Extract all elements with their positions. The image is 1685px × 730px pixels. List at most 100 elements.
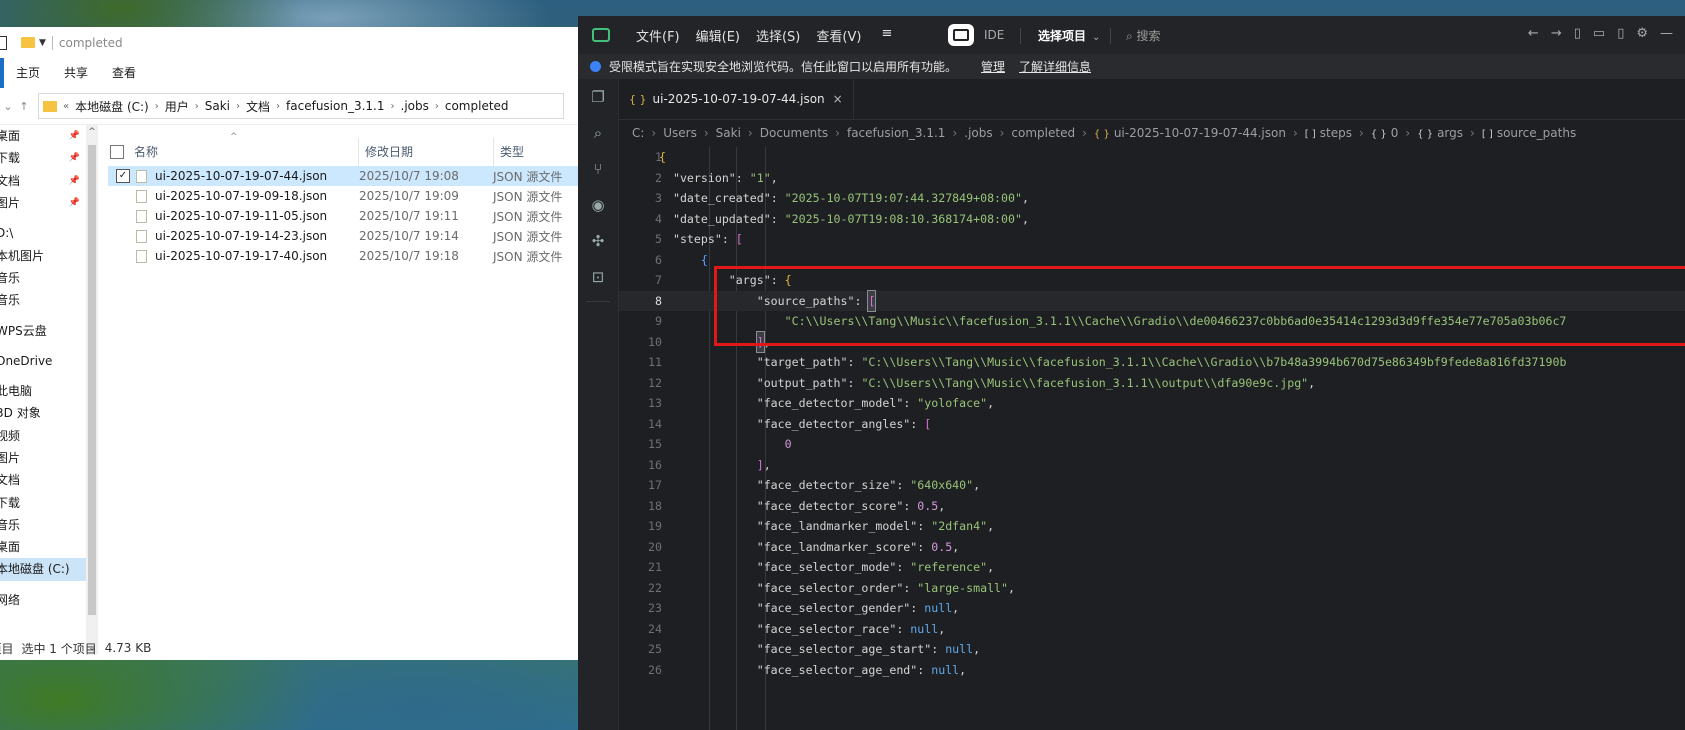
search-icon[interactable]: ⌕ (578, 115, 618, 151)
file-row[interactable]: ui-2025-10-07-19-09-18.json 2025/10/7 19:… (108, 186, 580, 206)
close-icon[interactable]: × (833, 92, 843, 106)
scrollbar-thumb[interactable] (88, 145, 96, 615)
nav-item[interactable]: OneDrive (0, 350, 86, 372)
chevron-right-icon[interactable]: › (236, 101, 240, 112)
up-arrow-icon[interactable]: ↑ (16, 100, 32, 113)
nav-item[interactable]: 桌面 (0, 536, 86, 558)
chevron-right-icon[interactable]: › (195, 101, 199, 112)
quick-access-dropdown-icon[interactable]: ▼ (39, 38, 46, 48)
dropdown-icon[interactable]: ⌄ (0, 100, 16, 113)
file-row[interactable]: ✓ ui-2025-10-07-19-07-44.json 2025/10/7 19… (108, 166, 580, 186)
code-editor[interactable]: 1{2 "version": "1", 3 "date_created": "20… (619, 147, 1685, 730)
tab-home[interactable]: 主页 (4, 58, 52, 88)
breadcrumb-symbol[interactable]: [ ] steps (1305, 126, 1352, 140)
source-control-icon[interactable]: ⑂ (578, 151, 618, 187)
debug-icon[interactable]: ✣ (578, 223, 618, 259)
nav-item[interactable]: 网络 (0, 589, 86, 611)
minimize-icon[interactable]: — (1660, 26, 1673, 41)
chevron-right-icon: › (1405, 125, 1411, 140)
nav-item[interactable]: 3D 对象 (0, 402, 86, 424)
column-header-name[interactable]: 名称 (134, 138, 359, 166)
chevron-right-icon[interactable]: › (435, 101, 439, 112)
nav-item[interactable]: 文档 📌 (0, 170, 86, 192)
breadcrumb-saki[interactable]: Saki (205, 99, 230, 113)
overflow-crumb[interactable]: « (63, 101, 69, 112)
breadcrumb-file[interactable]: { } ui-2025-10-07-19-07-44.json (1094, 126, 1286, 140)
nav-item[interactable]: 本地磁盘 (C:) (0, 558, 86, 581)
chevron-right-icon[interactable]: › (155, 101, 159, 112)
column-header-type[interactable]: 类型 (494, 138, 524, 166)
line-text: "face_selector_age_start": null, (659, 639, 980, 660)
folder-icon[interactable] (21, 37, 35, 48)
toggle-sidebar-icon[interactable]: ▯ (1574, 26, 1581, 41)
breadcrumb-segment[interactable]: completed (1011, 126, 1075, 140)
project-selector[interactable]: 选择项目 ⌄ (1038, 27, 1100, 44)
menu-selection[interactable]: 选择(S) (756, 26, 800, 45)
breadcrumb-segment[interactable]: Documents (760, 126, 828, 140)
file-row[interactable]: ui-2025-10-07-19-14-23.json 2025/10/7 19:… (108, 226, 580, 246)
nav-item[interactable]: 视频 (0, 425, 86, 447)
toggle-panel-icon[interactable]: ▭ (1593, 26, 1605, 41)
navigation-scrollbar[interactable]: ^ ⌄ (86, 125, 98, 655)
nav-gap (0, 372, 86, 380)
menu-view[interactable]: 查看(V) (816, 26, 861, 45)
nav-item[interactable]: 下载 (0, 491, 86, 513)
column-header-date[interactable]: 修改日期 (359, 138, 494, 166)
manage-link[interactable]: 管理 (981, 58, 1005, 75)
tab-view[interactable]: 查看 (100, 58, 148, 88)
explorer-files-icon[interactable]: ❐ (578, 79, 618, 115)
breadcrumb-completed[interactable]: completed (445, 99, 509, 113)
chevron-right-icon[interactable]: › (276, 101, 280, 112)
breadcrumb-segment[interactable]: facefusion_3.1.1 (847, 126, 945, 140)
file-name: ui-2025-10-07-19-11-05.json (155, 209, 328, 223)
breadcrumb-symbol[interactable]: { } 0 (1371, 126, 1399, 140)
file-row[interactable]: ui-2025-10-07-19-11-05.json 2025/10/7 19:… (108, 206, 580, 226)
chevron-right-icon[interactable]: › (391, 101, 395, 112)
hamburger-menu-icon[interactable]: ≡ (881, 26, 892, 45)
breadcrumb-segment[interactable]: Users (663, 126, 697, 140)
back-arrow-icon[interactable]: ← (1528, 26, 1539, 41)
row-checkbox[interactable]: ✓ (116, 169, 130, 183)
file-date: 2025/10/7 19:09 (359, 189, 459, 203)
ide-mode-button[interactable]: IDE (948, 24, 1004, 46)
scroll-up-icon[interactable]: ^ (86, 127, 98, 137)
breadcrumb-documents[interactable]: 文档 (246, 98, 270, 115)
nav-item[interactable]: 图片 📌 (0, 192, 86, 214)
nav-item[interactable]: 此电脑 (0, 380, 86, 402)
eye-icon[interactable]: ◉ (578, 187, 618, 223)
nav-item[interactable]: 桌面 📌 (0, 125, 86, 147)
tab-share[interactable]: 共享 (52, 58, 100, 88)
nav-item[interactable]: WPS云盘 (0, 319, 86, 341)
file-row[interactable]: ui-2025-10-07-19-17-40.json 2025/10/7 19:… (108, 246, 580, 266)
plain-token: : (917, 539, 932, 554)
remote-explorer-icon[interactable]: ⊡ (578, 259, 618, 295)
breadcrumb-drive[interactable]: 本地磁盘 (C:) (75, 98, 149, 115)
nav-item[interactable]: D:\ (0, 222, 86, 244)
editor-tab-active[interactable]: { } ui-2025-10-07-19-07-44.json × (619, 79, 854, 119)
breadcrumb-segment[interactable]: C: (632, 126, 644, 140)
learn-more-link[interactable]: 了解详细信息 (1019, 58, 1091, 75)
breadcrumb-facefusion[interactable]: facefusion_3.1.1 (286, 99, 384, 113)
breadcrumb-symbol[interactable]: [ ] source_paths (1482, 126, 1576, 140)
nav-item[interactable]: 音乐 (0, 514, 86, 536)
breadcrumb-segment[interactable]: .jobs (964, 126, 992, 140)
command-search[interactable]: ⌕ 搜索 (1126, 27, 1161, 44)
nav-item[interactable]: 图片 (0, 447, 86, 469)
nav-item[interactable]: 本机图片 (0, 244, 86, 266)
nav-item[interactable]: 音乐 (0, 267, 86, 289)
forward-arrow-icon[interactable]: → (1551, 26, 1562, 41)
breadcrumb-jobs[interactable]: .jobs (401, 99, 429, 113)
nav-item[interactable]: 下载 📌 (0, 147, 86, 169)
menu-edit[interactable]: 编辑(E) (696, 26, 740, 45)
breadcrumb-users[interactable]: 用户 (165, 98, 189, 115)
menu-file[interactable]: 文件(F) (636, 26, 680, 45)
address-bar[interactable]: « 本地磁盘 (C:) › 用户 › Saki › 文档 › facefusion_3.… (38, 93, 564, 119)
nav-item[interactable]: 音乐 (0, 289, 86, 311)
select-all-checkbox[interactable] (110, 145, 124, 159)
nav-item-label: 视频 (0, 428, 21, 443)
toggle-secondary-sidebar-icon[interactable]: ▯ (1617, 26, 1624, 41)
nav-item[interactable]: 文档 (0, 469, 86, 491)
gear-icon[interactable]: ⚙ (1636, 26, 1648, 41)
breadcrumb-segment[interactable]: Saki (716, 126, 741, 140)
breadcrumb-symbol[interactable]: { } args (1417, 126, 1463, 140)
